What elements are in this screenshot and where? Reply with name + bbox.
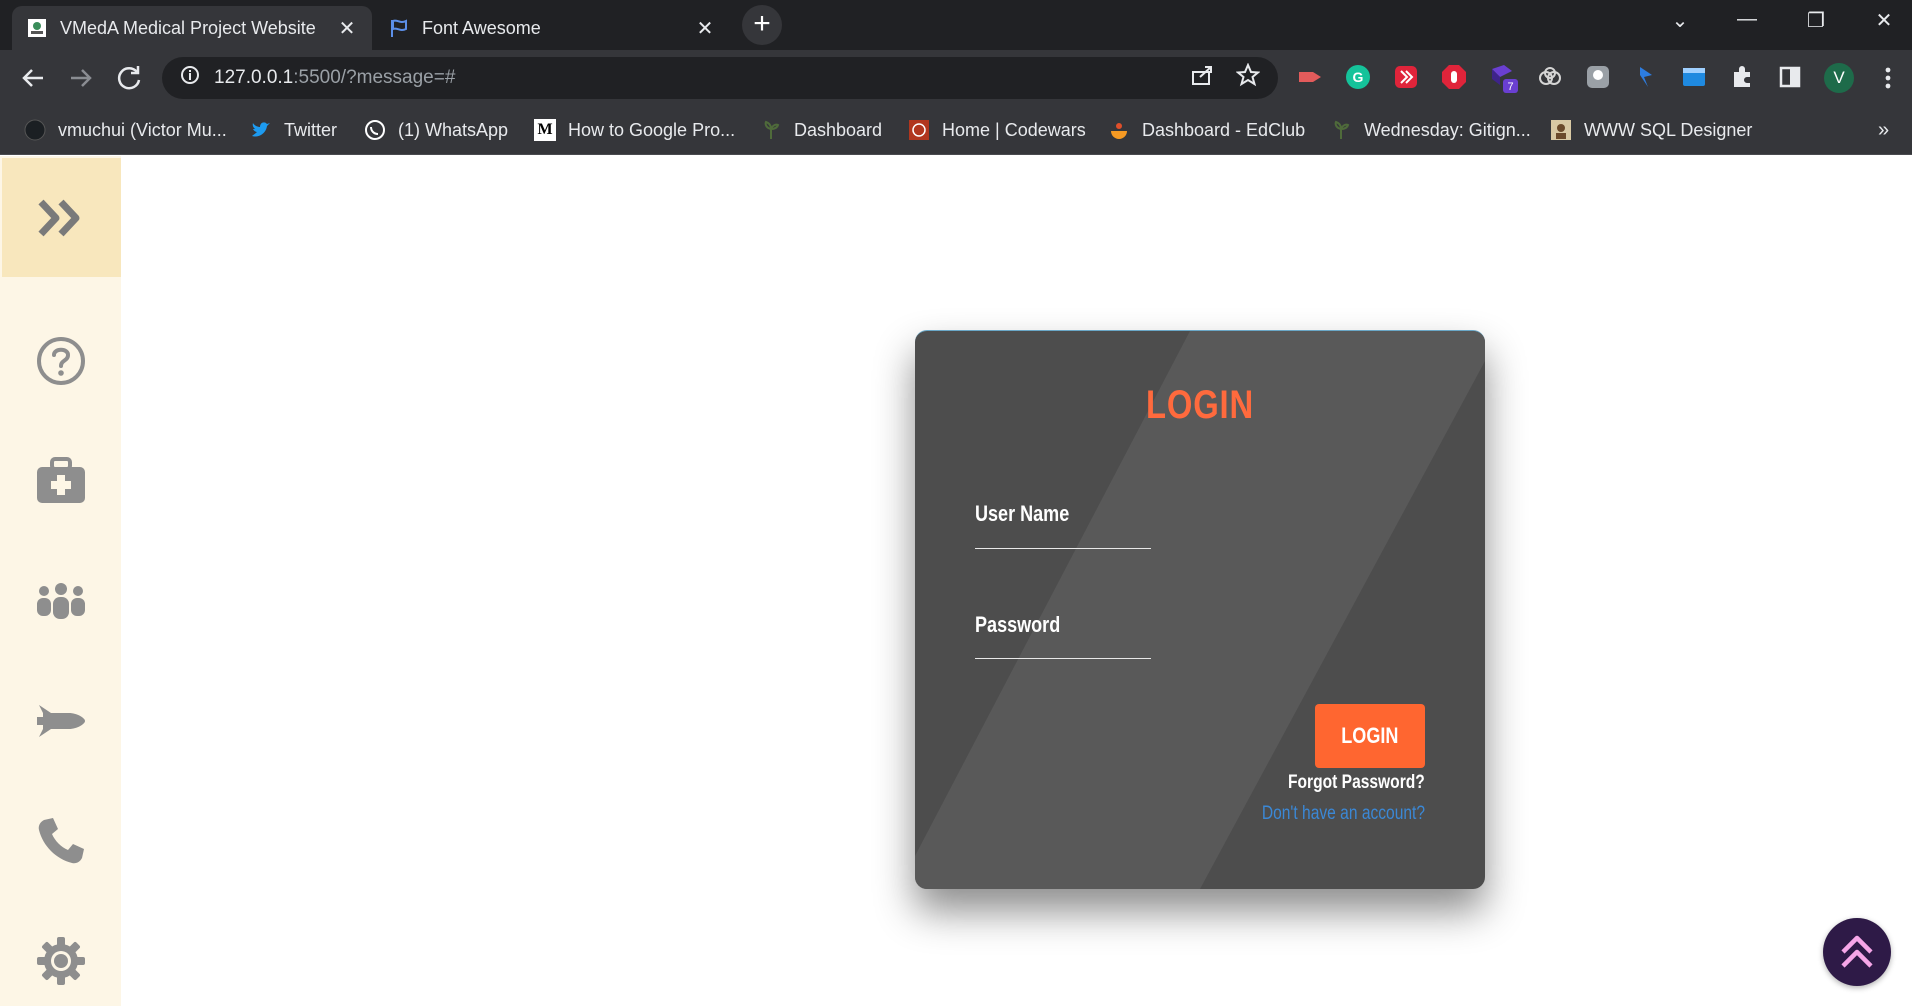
tab-font-awesome[interactable]: Font Awesome ✕ bbox=[374, 6, 730, 50]
people-group-icon bbox=[36, 583, 85, 619]
bookmark-label: How to Google Pro... bbox=[568, 119, 736, 140]
tab-vmeda[interactable]: VMedA Medical Project Website ✕ bbox=[12, 6, 372, 50]
bookmark-label: Wednesday: Gitign... bbox=[1364, 119, 1531, 140]
bookmark-star-icon[interactable] bbox=[1235, 62, 1261, 93]
whatsapp-icon bbox=[364, 119, 386, 141]
login-card: LOGIN User Name Password LOGIN Forgot Pa… bbox=[915, 330, 1485, 889]
bookmark-label: Twitter bbox=[284, 119, 338, 140]
tab-title: Font Awesome bbox=[422, 17, 541, 38]
question-circle-icon bbox=[36, 337, 85, 385]
close-tab-icon[interactable]: ✕ bbox=[694, 16, 716, 41]
browser-menu-icon[interactable] bbox=[1870, 60, 1906, 96]
leaf-icon bbox=[760, 119, 782, 141]
profile-avatar[interactable]: V bbox=[1824, 63, 1854, 93]
username-label: User Name bbox=[975, 501, 1070, 526]
bookmark-twitter[interactable]: Twitter bbox=[250, 116, 337, 144]
double-chevron-up-icon bbox=[1841, 935, 1873, 968]
blue-arrow-extension-icon[interactable] bbox=[1632, 63, 1660, 91]
restore-icon[interactable]: ❐ bbox=[1796, 8, 1836, 33]
signup-link[interactable]: Don't have an account? bbox=[1262, 803, 1425, 825]
bookmark-codewars[interactable]: Home | Codewars bbox=[908, 116, 1086, 144]
sidebar-item-medical[interactable] bbox=[0, 441, 121, 521]
twitter-icon bbox=[250, 119, 272, 141]
bookmark-label: Dashboard bbox=[794, 119, 883, 140]
sidebar-item-contact[interactable] bbox=[0, 801, 121, 881]
medkit-icon bbox=[36, 457, 85, 503]
extension-badge-count: 7 bbox=[1507, 81, 1513, 93]
bookmark-dashboard[interactable]: Dashboard bbox=[760, 116, 882, 144]
grammarly-icon[interactable]: G bbox=[1344, 63, 1372, 91]
new-tab-button[interactable]: + bbox=[742, 5, 782, 45]
url-host: 127.0.0.1 bbox=[214, 67, 294, 88]
password-input[interactable] bbox=[975, 658, 1151, 659]
password-label: Password bbox=[975, 612, 1061, 637]
bookmark-github[interactable]: vmuchui (Victor Mu... bbox=[24, 116, 227, 144]
window-extension-icon[interactable] bbox=[1680, 63, 1708, 91]
more-bookmarks-icon[interactable]: » bbox=[1878, 116, 1889, 144]
sidebar-item-help[interactable] bbox=[0, 321, 121, 401]
sidebar-item-team[interactable] bbox=[0, 561, 121, 641]
scroll-to-top-button[interactable] bbox=[1823, 918, 1891, 986]
vmeda-favicon-icon bbox=[26, 17, 48, 39]
bookmark-label: Home | Codewars bbox=[942, 119, 1086, 140]
edclub-icon bbox=[1108, 119, 1130, 141]
sidebar bbox=[0, 156, 121, 1006]
login-button[interactable]: LOGIN bbox=[1315, 704, 1425, 768]
double-chevron-right-icon bbox=[37, 199, 79, 236]
phone-icon bbox=[38, 818, 84, 864]
sidebar-item-settings[interactable] bbox=[0, 921, 121, 1001]
svg-text:G: G bbox=[1353, 69, 1364, 85]
bookmark-gitignore[interactable]: Wednesday: Gitign... bbox=[1330, 116, 1531, 144]
tab-search-icon[interactable]: ⌄ bbox=[1660, 8, 1700, 33]
leaf-icon bbox=[1330, 119, 1352, 141]
cloud-extension-icon[interactable] bbox=[1536, 63, 1564, 91]
bookmark-label: (1) WhatsApp bbox=[398, 119, 509, 140]
bookmark-whatsapp[interactable]: (1) WhatsApp bbox=[364, 116, 508, 144]
bookmark-medium[interactable]: M How to Google Pro... bbox=[534, 116, 735, 144]
screen-record-extension-icon[interactable] bbox=[1296, 63, 1324, 91]
medium-icon: M bbox=[534, 119, 556, 141]
flag-icon bbox=[388, 17, 410, 39]
reload-icon[interactable] bbox=[111, 60, 147, 96]
back-icon[interactable] bbox=[15, 60, 51, 96]
minimize-icon[interactable]: — bbox=[1727, 8, 1767, 31]
github-icon bbox=[24, 119, 46, 141]
login-button-label: LOGIN bbox=[1341, 723, 1399, 748]
sql-designer-icon bbox=[1550, 119, 1572, 141]
username-input[interactable] bbox=[975, 548, 1151, 549]
browser-toolbar: 127.0.0.1:5500/?message=# G 7 V bbox=[0, 50, 1912, 106]
badge-extension-icon[interactable]: 7 bbox=[1488, 63, 1518, 93]
red-extension-icon[interactable] bbox=[1392, 63, 1420, 91]
sidebar-item-services[interactable] bbox=[0, 681, 121, 761]
codewars-icon bbox=[908, 119, 930, 141]
bookmark-label: Dashboard - EdClub bbox=[1142, 119, 1306, 140]
share-icon[interactable] bbox=[1190, 63, 1214, 93]
bookmark-edclub[interactable]: Dashboard - EdClub bbox=[1108, 116, 1305, 144]
tab-title: VMedA Medical Project Website bbox=[60, 17, 316, 38]
browser-tab-strip: VMedA Medical Project Website ✕ Font Awe… bbox=[0, 0, 1912, 50]
extensions-puzzle-icon[interactable] bbox=[1728, 63, 1756, 91]
bookmark-sql-designer[interactable]: WWW SQL Designer bbox=[1550, 116, 1752, 144]
site-info-icon[interactable] bbox=[180, 65, 200, 91]
sidebar-expand-button[interactable] bbox=[2, 158, 121, 277]
url-path: :5500/?message=# bbox=[293, 67, 456, 88]
address-bar[interactable]: 127.0.0.1:5500/?message=# bbox=[162, 57, 1278, 99]
shuttle-icon bbox=[36, 705, 85, 737]
side-panel-icon[interactable] bbox=[1776, 63, 1804, 91]
gray-extension-icon[interactable] bbox=[1584, 63, 1612, 91]
adblock-icon[interactable] bbox=[1440, 63, 1468, 91]
close-window-icon[interactable]: ✕ bbox=[1864, 8, 1904, 33]
bookmark-label: WWW SQL Designer bbox=[1584, 119, 1753, 140]
gear-icon bbox=[36, 937, 85, 985]
bookmarks-bar: vmuchui (Victor Mu... Twitter (1) WhatsA… bbox=[0, 106, 1912, 155]
close-tab-icon[interactable]: ✕ bbox=[336, 16, 358, 41]
bookmark-label: vmuchui (Victor Mu... bbox=[58, 119, 227, 140]
login-heading: LOGIN bbox=[1146, 383, 1254, 427]
forgot-password-link[interactable]: Forgot Password? bbox=[1288, 772, 1425, 794]
forward-icon[interactable] bbox=[63, 60, 99, 96]
